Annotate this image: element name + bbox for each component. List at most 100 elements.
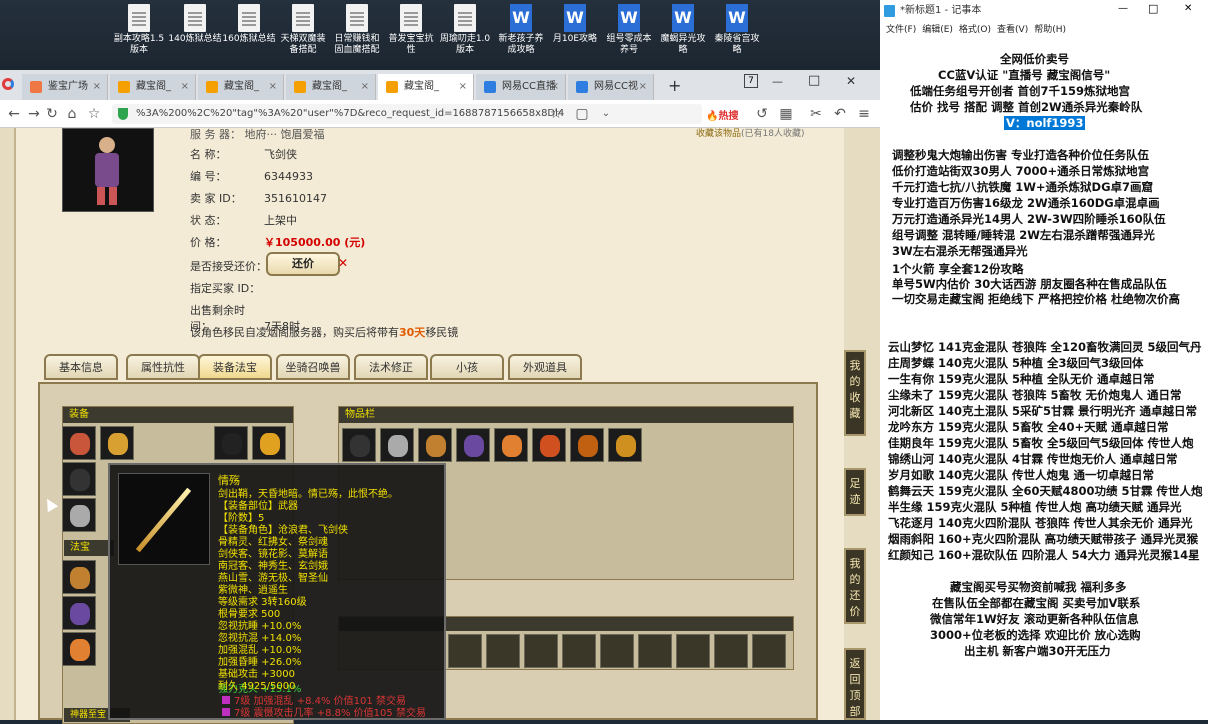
home-button[interactable]: ⌂ xyxy=(62,104,82,124)
desktop-icon[interactable]: 魔蝎异光攻 略 xyxy=(656,4,710,56)
favorite-icon[interactable]: ☆ xyxy=(546,104,566,124)
notepad-menu-item[interactable]: 编辑(E) xyxy=(922,25,953,35)
tab-close-icon[interactable]: × xyxy=(181,74,189,100)
tab-close-icon[interactable]: × xyxy=(551,74,559,100)
desktop-icon[interactable]: 组号零成本 养号 xyxy=(602,4,656,56)
empty-slot[interactable] xyxy=(524,634,558,668)
detail-tab[interactable]: 外观道具 xyxy=(508,354,582,380)
equip-slot[interactable] xyxy=(62,462,96,496)
desktop-icon[interactable]: 月10E攻略 xyxy=(548,4,602,45)
detail-tab[interactable]: 基本信息 xyxy=(44,354,118,380)
tab-close-icon[interactable]: × xyxy=(269,74,277,100)
tab-close-icon[interactable]: × xyxy=(93,74,101,100)
inventory-slot[interactable] xyxy=(456,428,490,462)
tab-label: 网易CC直播 xyxy=(502,81,556,92)
browser-menu-icon[interactable] xyxy=(2,78,14,90)
inventory-slot[interactable] xyxy=(342,428,376,462)
equip-slot[interactable] xyxy=(252,426,286,460)
desktop-icon[interactable]: 新老孩子养 成攻略 xyxy=(494,4,548,56)
browser-tab[interactable]: 网易CC直播 × xyxy=(476,74,566,100)
inventory-slot[interactable] xyxy=(380,428,414,462)
maximize-button[interactable]: □ xyxy=(808,73,820,88)
notepad-menu-item[interactable]: 帮助(H) xyxy=(1034,25,1066,35)
equip-slot[interactable] xyxy=(62,560,96,594)
side-button[interactable]: 返回顶部 xyxy=(844,648,866,720)
close-window-button[interactable]: ✕ xyxy=(846,74,856,88)
minimize-button[interactable]: — xyxy=(772,75,783,88)
empty-slot[interactable] xyxy=(752,634,786,668)
bargain-button[interactable]: 还价 xyxy=(266,252,340,276)
item-icon xyxy=(388,435,408,457)
desktop-icon[interactable]: 周瑜叨走1.0 版本 xyxy=(438,4,492,56)
tab-close-icon[interactable]: × xyxy=(459,74,467,100)
seller-label: 卖 家 ID： xyxy=(190,192,242,205)
equip-slot[interactable] xyxy=(214,426,248,460)
cut-icon[interactable]: ✂ xyxy=(806,104,826,124)
desktop-icon[interactable]: 秦陵省宫攻 略 xyxy=(710,4,764,56)
browser-tab[interactable]: 网易CC视 × xyxy=(568,74,654,100)
equip-slot[interactable] xyxy=(100,426,134,460)
notepad-menu-item[interactable]: 文件(F) xyxy=(886,25,916,35)
empty-slot[interactable] xyxy=(486,634,520,668)
notepad-maximize[interactable]: □ xyxy=(1148,2,1158,15)
window-control-7[interactable]: 7 xyxy=(744,74,758,88)
new-tab-button[interactable]: + xyxy=(668,76,681,95)
empty-slot[interactable] xyxy=(638,634,672,668)
inventory-slot[interactable] xyxy=(494,428,528,462)
side-button[interactable]: 我的还价 xyxy=(844,548,866,624)
bookmark-star-icon[interactable]: ☆ xyxy=(84,104,104,124)
browser-tab[interactable]: 藏宝阁_ × xyxy=(110,74,196,100)
hot-search-link[interactable]: 🔥热搜 xyxy=(706,107,738,122)
detail-tab[interactable]: 法术修正 xyxy=(354,354,428,380)
inventory-slot[interactable] xyxy=(418,428,452,462)
browser-tab[interactable]: 藏宝阁_ × xyxy=(286,74,376,100)
desktop-icon[interactable]: 140炼狱总结 xyxy=(168,4,222,45)
refresh-circle-icon[interactable]: ↺ xyxy=(752,104,772,124)
forward-button[interactable]: → xyxy=(24,104,44,124)
browser-tab[interactable]: 藏宝阁_ × xyxy=(198,74,284,100)
desktop-icon[interactable]: 160炼狱总结 xyxy=(222,4,276,45)
equip-slot[interactable] xyxy=(62,596,96,630)
detail-tab[interactable]: 装备法宝 xyxy=(198,354,272,380)
back-button[interactable]: ← xyxy=(4,104,24,124)
grid-icon[interactable]: ▦ xyxy=(776,104,796,124)
desktop-icon[interactable]: 普发宝宝抗 性 xyxy=(384,4,438,56)
inventory-slot[interactable] xyxy=(608,428,642,462)
browser-tab[interactable]: 藏宝阁_ × xyxy=(378,74,474,100)
close-x-icon[interactable]: ✕ xyxy=(338,256,348,270)
collect-row: 收藏该物品(已有18人收藏) xyxy=(696,126,805,139)
browser-tab[interactable]: 鉴宝广场 × xyxy=(22,74,108,100)
desktop-icon[interactable]: 天梯双魔装 备搭配 xyxy=(276,4,330,56)
empty-slot[interactable] xyxy=(714,634,748,668)
equip-slot[interactable] xyxy=(62,426,96,460)
tab-close-icon[interactable]: × xyxy=(639,74,647,100)
tab-close-icon[interactable]: × xyxy=(361,74,369,100)
empty-slot[interactable] xyxy=(676,634,710,668)
equip-slot[interactable] xyxy=(62,632,96,666)
empty-slot[interactable] xyxy=(562,634,596,668)
equip-slot[interactable] xyxy=(62,498,96,532)
desktop-icon[interactable]: 日常赚钱和 固血魔搭配 xyxy=(330,4,384,56)
collect-link[interactable]: 收藏该物品 xyxy=(696,129,741,139)
hot-search-label: 热搜 xyxy=(718,111,739,122)
inventory-slot[interactable] xyxy=(532,428,566,462)
inventory-slot[interactable] xyxy=(570,428,604,462)
side-button[interactable]: 我的收藏 xyxy=(844,350,866,436)
notepad-line: 藏宝阁买号买物资前喊我 福利多多 xyxy=(950,580,1127,594)
extension-icon[interactable]: ▢ xyxy=(572,104,592,124)
detail-tab[interactable]: 小孩 xyxy=(430,354,504,380)
notepad-close[interactable]: ✕ xyxy=(1184,3,1192,14)
side-button[interactable]: 足迹 xyxy=(844,468,866,516)
notepad-menu-item[interactable]: 格式(O) xyxy=(959,25,991,35)
notepad-minimize[interactable]: — xyxy=(1118,3,1128,14)
chevron-down-icon[interactable]: ⌄ xyxy=(596,104,616,124)
menu-icon[interactable]: ≡ xyxy=(854,104,874,124)
detail-tab[interactable]: 属性抗性 xyxy=(126,354,200,380)
undo-icon[interactable]: ↶ xyxy=(830,104,850,124)
detail-tab[interactable]: 坐骑召唤兽 xyxy=(276,354,350,380)
notepad-menu-item[interactable]: 查看(V) xyxy=(997,25,1028,35)
empty-slot[interactable] xyxy=(448,634,482,668)
reload-button[interactable]: ↻ xyxy=(42,104,62,124)
empty-slot[interactable] xyxy=(600,634,634,668)
desktop-icon[interactable]: 副本攻略1.5 版本 xyxy=(112,4,166,56)
